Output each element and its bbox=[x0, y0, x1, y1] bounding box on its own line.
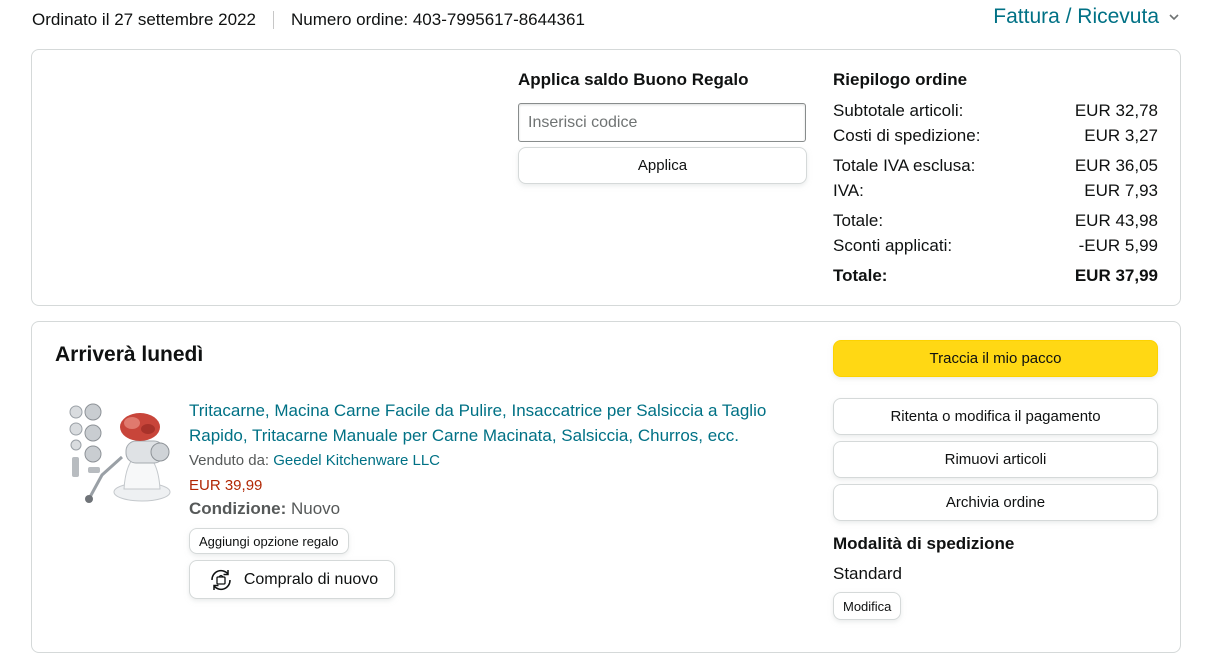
summary-value: -EUR 5,99 bbox=[1078, 236, 1158, 255]
add-gift-option-button[interactable]: Aggiungi opzione regalo bbox=[189, 528, 349, 554]
summary-row-vat: IVA: EUR 7,93 bbox=[833, 178, 1158, 203]
summary-value: EUR 7,93 bbox=[1084, 181, 1158, 200]
shipment-box: Arriverà lunedì Tritacarne, Macina Carne… bbox=[31, 321, 1181, 653]
summary-row-subtotal: Subtotale articoli: EUR 32,78 bbox=[833, 98, 1158, 123]
summary-value: EUR 43,98 bbox=[1074, 211, 1158, 230]
summary-value: EUR 36,05 bbox=[1074, 156, 1158, 175]
summary-value: EUR 32,78 bbox=[1074, 101, 1158, 120]
seller-line: Venduto da: Geedel Kitchenware LLC bbox=[189, 452, 440, 469]
order-number: Numero ordine: 403-7995617-8644361 bbox=[290, 10, 585, 29]
order-meta: Ordinato il 27 settembre 2022 Numero ord… bbox=[32, 10, 585, 30]
summary-label: Sconti applicati: bbox=[833, 236, 953, 255]
product-condition: Condizione: Nuovo bbox=[189, 499, 340, 519]
seller-link[interactable]: Geedel Kitchenware LLC bbox=[273, 452, 440, 469]
summary-label: Totale IVA esclusa: bbox=[833, 156, 976, 175]
summary-label: Totale: bbox=[833, 211, 884, 230]
arrival-heading: Arriverà lunedì bbox=[55, 343, 204, 366]
summary-row-total: Totale: EUR 43,98 bbox=[833, 208, 1158, 233]
summary-value: EUR 37,99 bbox=[1074, 266, 1158, 285]
divider bbox=[272, 11, 274, 29]
gift-card-code-input[interactable] bbox=[518, 103, 806, 142]
condition-value: Nuovo bbox=[291, 499, 341, 518]
summary-rows: Subtotale articoli: EUR 32,78 Costi di s… bbox=[833, 98, 1158, 288]
chevron-down-icon bbox=[1169, 14, 1179, 21]
product-title-link[interactable]: Tritacarne, Macina Carne Facile da Pulir… bbox=[189, 398, 799, 448]
modify-shipping-button[interactable]: Modifica bbox=[833, 592, 902, 620]
shipping-method-title: Modalità di spedizione bbox=[833, 534, 1015, 553]
summary-title: Riepilogo ordine bbox=[833, 70, 968, 89]
summary-value: EUR 3,27 bbox=[1084, 126, 1158, 145]
summary-row-shipping: Costi di spedizione: EUR 3,27 bbox=[833, 123, 1158, 148]
archive-order-button[interactable]: Archivia ordine bbox=[833, 484, 1158, 521]
product-image[interactable] bbox=[62, 397, 180, 515]
invoice-link-label: Fattura / Ricevuta bbox=[993, 5, 1159, 28]
summary-label: Costi di spedizione: bbox=[833, 126, 981, 145]
apply-gift-card-button[interactable]: Applica bbox=[518, 147, 807, 184]
track-package-button[interactable]: Traccia il mio pacco bbox=[833, 340, 1158, 377]
remove-items-button[interactable]: Rimuovi articoli bbox=[833, 441, 1158, 478]
order-date: Ordinato il 27 settembre 2022 bbox=[32, 10, 256, 29]
buy-again-label: Compralo di nuovo bbox=[243, 570, 379, 588]
product-price: EUR 39,99 bbox=[189, 477, 263, 494]
condition-label: Condizione: bbox=[189, 499, 287, 518]
summary-label: Subtotale articoli: bbox=[833, 101, 964, 120]
summary-row-total-excl-vat: Totale IVA esclusa: EUR 36,05 bbox=[833, 153, 1158, 178]
summary-row-grand-total: Totale: EUR 37,99 bbox=[833, 263, 1158, 288]
invoice-dropdown[interactable]: Fattura / Ricevuta bbox=[993, 5, 1181, 29]
gift-card-title: Applica saldo Buono Regalo bbox=[518, 70, 749, 89]
seller-label: Venduto da: bbox=[189, 452, 270, 469]
shipping-method-value: Standard bbox=[833, 564, 902, 583]
summary-row-discounts: Sconti applicati: -EUR 5,99 bbox=[833, 233, 1158, 258]
buy-again-button[interactable]: Compralo di nuovo bbox=[189, 560, 395, 599]
buy-again-icon bbox=[211, 569, 231, 590]
summary-label: Totale: bbox=[833, 266, 888, 285]
order-summary-box: Applica saldo Buono Regalo Applica Riepi… bbox=[31, 49, 1181, 306]
summary-label: IVA: bbox=[833, 181, 864, 200]
retry-payment-button[interactable]: Ritenta o modifica il pagamento bbox=[833, 398, 1158, 435]
order-details-page: Ordinato il 27 settembre 2022 Numero ord… bbox=[0, 0, 1223, 668]
